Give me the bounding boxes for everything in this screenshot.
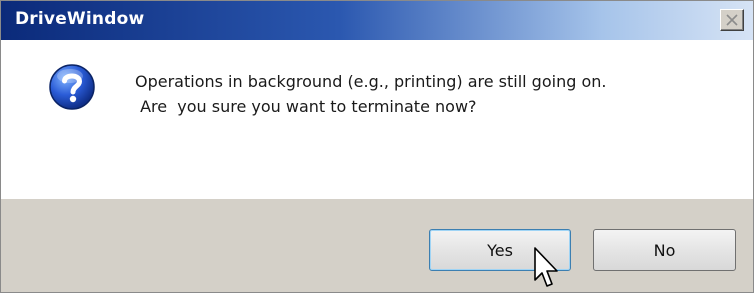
no-button[interactable]: No (593, 229, 736, 271)
dialog-window: DriveWindow Operations in background (e.… (0, 0, 754, 293)
dialog-message: Operations in background (e.g., printing… (135, 72, 607, 116)
window-title: DriveWindow (15, 9, 145, 29)
yes-button[interactable]: Yes (429, 229, 571, 271)
title-bar[interactable]: DriveWindow (1, 1, 753, 40)
question-icon (49, 64, 95, 110)
close-button[interactable] (720, 9, 744, 31)
dialog-content (1, 40, 753, 199)
close-icon (726, 14, 738, 26)
